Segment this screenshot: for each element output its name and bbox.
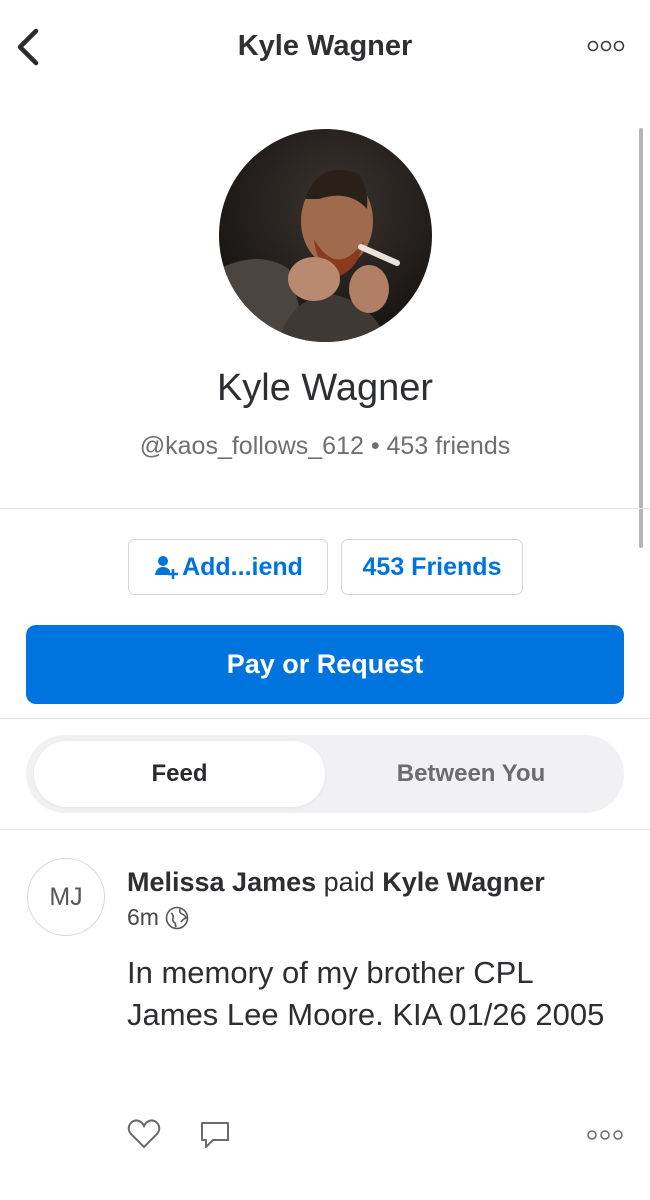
pay-or-request-label: Pay or Request [226,649,424,679]
story-time: 6m [127,904,159,930]
payee-name[interactable]: Kyle Wagner [382,867,545,897]
add-friend-button[interactable]: Add...iend [128,539,328,595]
globe-icon [165,906,189,929]
story-headline: Melissa James paid Kyle Wagner [127,867,545,898]
page-title: Kyle Wagner [237,30,413,62]
like-button[interactable] [127,1118,161,1155]
comment-icon [201,1122,229,1148]
pay-or-request-button[interactable]: Pay or Request [26,625,624,704]
feed-story[interactable]: MJ Melissa James paid Kyle Wagner 6m In … [0,830,650,1200]
friends-button[interactable]: 453 Friends [341,539,523,595]
ellipsis-icon [587,1130,623,1140]
profile-username-friends: @kaos_follows_612 • 453 friends [139,432,511,460]
feed-tab-switcher: Feed Between You [26,735,624,813]
divider [0,508,650,509]
payer-name[interactable]: Melissa James [127,867,316,897]
scrollbar[interactable] [639,128,643,548]
payment-note: In memory of my brother CPL James Lee Mo… [127,955,605,1032]
more-options-button[interactable] [586,38,626,54]
ellipsis-icon [587,40,625,52]
story-meta: 6m [127,904,189,931]
profile-avatar [219,129,432,342]
tab-between-you[interactable]: Between You [326,741,616,807]
add-user-icon [155,556,179,579]
profile-name: Kyle Wagner [216,367,434,409]
tab-feed[interactable]: Feed [34,741,325,807]
friends-label: 453 Friends [362,552,502,581]
heart-icon [127,1119,161,1149]
nav-bar: Kyle Wagner [0,0,650,100]
payer-avatar[interactable]: MJ [27,858,105,936]
add-friend-label: Add...iend [182,552,303,581]
story-more-button[interactable] [586,1128,624,1147]
comment-button[interactable] [198,1118,232,1157]
divider [0,718,650,719]
story-verb: paid [323,867,375,897]
